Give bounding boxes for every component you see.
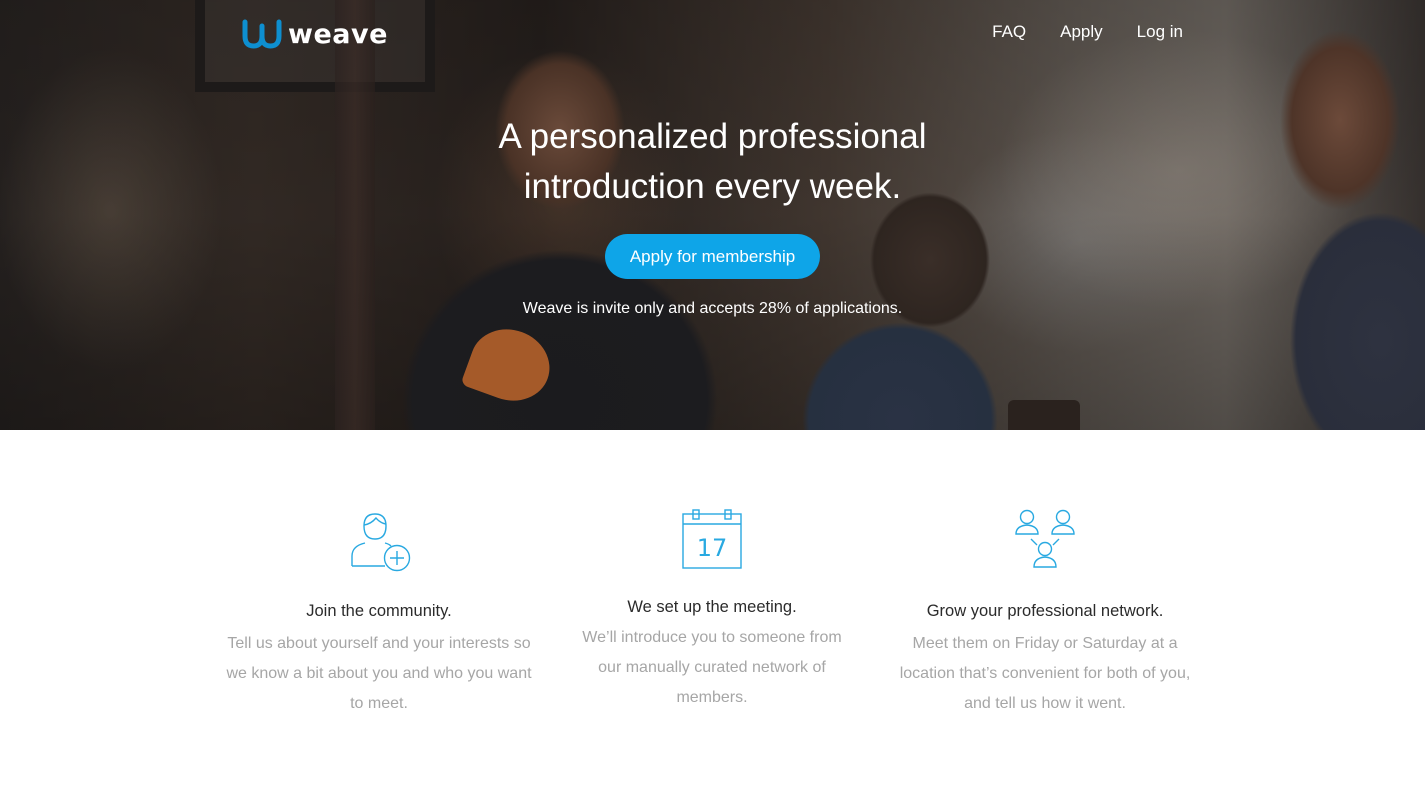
feature-title: We set up the meeting.	[627, 598, 797, 616]
feature-set-up-meeting: 17 We set up the meeting. We’ll introduc…	[552, 508, 872, 713]
calendar-day-number: 17	[697, 534, 728, 562]
logo-link[interactable]: weave	[242, 17, 388, 51]
apply-membership-button[interactable]: Apply for membership	[604, 234, 821, 279]
features-section: Join the community. Tell us about yourse…	[0, 430, 1425, 790]
nav-apply-link[interactable]: Apply	[1060, 22, 1103, 42]
person-add-icon	[351, 513, 411, 572]
network-people-icon	[1015, 509, 1075, 568]
nav-login-link[interactable]: Log in	[1137, 22, 1183, 42]
background-coffee-cup	[1008, 400, 1080, 430]
feature-description: Tell us about yourself and your interest…	[226, 635, 532, 712]
top-nav: weave FAQ Apply Log in	[0, 0, 1425, 70]
feature-join-community: Join the community. Tell us about yourse…	[219, 508, 539, 719]
hero-headline-line2: introduction every week.	[523, 167, 902, 206]
calendar-icon: 17	[682, 509, 742, 569]
weave-w-logo-icon	[242, 19, 282, 49]
feature-description: Meet them on Friday or Saturday at a loc…	[899, 635, 1191, 712]
nav-links: FAQ Apply Log in	[992, 22, 1183, 42]
hero-headline: A personalized professional introduction…	[483, 112, 943, 212]
logo-wordmark: weave	[288, 18, 388, 50]
hero-headline-line1: A personalized professional	[498, 117, 927, 156]
hero-content: A personalized professional introduction…	[0, 112, 1425, 318]
feature-grow-network: Grow your professional network. Meet the…	[885, 508, 1205, 719]
nav-faq-link[interactable]: FAQ	[992, 22, 1026, 42]
feature-title: Grow your professional network.	[926, 602, 1164, 620]
hero-section: weave FAQ Apply Log in A personalized pr…	[0, 0, 1425, 430]
feature-title: Join the community.	[306, 602, 452, 620]
invite-only-note: Weave is invite only and accepts 28% of …	[522, 300, 903, 317]
feature-description: We’ll introduce you to someone from our …	[582, 629, 842, 706]
